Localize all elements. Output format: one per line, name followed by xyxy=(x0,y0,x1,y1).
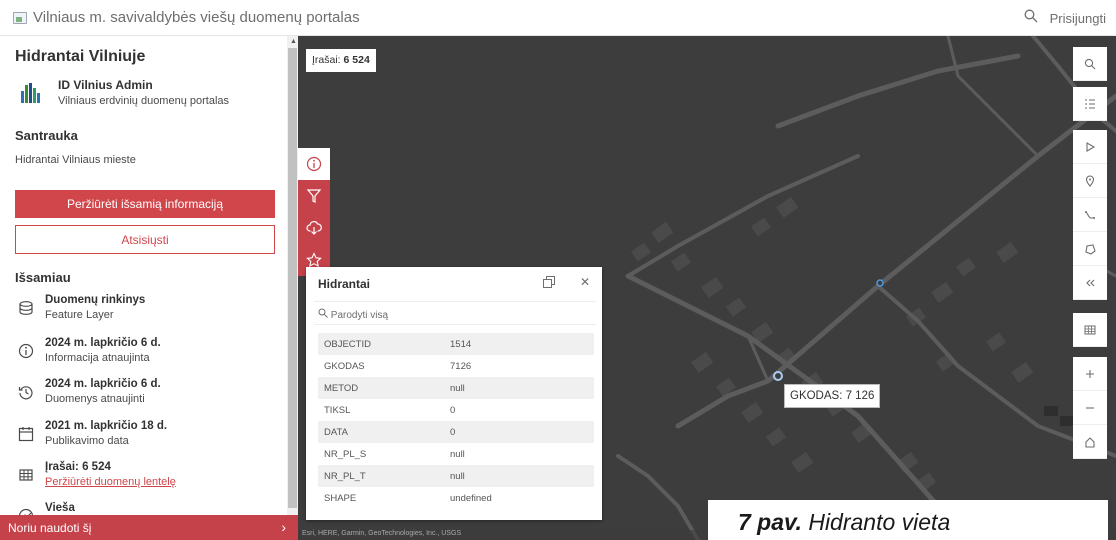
top-bar: Vilniaus m. savivaldybės viešų duomenų p… xyxy=(0,0,1116,36)
details-heading: Išsamiau xyxy=(15,270,71,285)
zoom-icon xyxy=(318,308,328,318)
grid-icon xyxy=(1084,325,1096,334)
info-icon xyxy=(18,343,34,359)
sidebar-scrollbar[interactable]: ▲ xyxy=(287,36,298,540)
view-details-button[interactable]: Peržiūrėti išsamią informaciją xyxy=(15,190,275,218)
map-search-button[interactable] xyxy=(1073,47,1107,81)
table-row: DATA 0 xyxy=(318,421,594,443)
attribute-table: OBJECTID 1514 GKODAS 7126 METOD null TIKSL 0… xyxy=(318,333,594,509)
summary-text: Hidrantai Vilniaus mieste xyxy=(15,154,136,166)
table-row: SHAPE undefined xyxy=(324,492,492,504)
record-count-badge: Įrašai: 6 524 xyxy=(306,49,376,72)
table-icon xyxy=(18,467,34,483)
use-dataset-label: Noriu naudoti šį xyxy=(8,520,92,535)
location-button[interactable] xyxy=(1073,164,1107,198)
info-icon xyxy=(306,156,322,172)
home-icon xyxy=(1085,436,1095,448)
measure-widgets xyxy=(1073,130,1107,300)
database-icon xyxy=(18,300,34,316)
star-icon xyxy=(306,252,322,268)
zoom-widget xyxy=(1073,357,1107,459)
close-icon[interactable]: ✕ xyxy=(580,275,590,289)
measure-distance-button[interactable] xyxy=(1073,198,1107,232)
list-icon xyxy=(1085,98,1095,109)
table-row: METOD null xyxy=(318,377,594,399)
summary-heading: Santrauka xyxy=(15,128,78,143)
filter-tool[interactable] xyxy=(298,180,330,212)
figure-caption: 7 pav. Hidranto vieta xyxy=(708,500,1108,540)
table-row: TIKSL 0 xyxy=(324,404,456,416)
owner-name[interactable]: ID Vilnius Admin xyxy=(58,78,153,92)
detail-data-updated: 2024 m. lapkričio 6 d. Duomenys atnaujin… xyxy=(15,378,285,414)
dock-icon[interactable] xyxy=(542,275,556,289)
owner-logo-icon xyxy=(21,83,40,103)
calendar-icon xyxy=(18,426,34,442)
detail-records: Įrašai: 6 524 Peržiūrėti duomenų lentelę xyxy=(15,461,285,497)
detail-published: 2021 m. lapkričio 18 d. Publikavimo data xyxy=(15,420,285,456)
scroll-thumb[interactable] xyxy=(288,48,297,508)
minus-icon xyxy=(1086,406,1094,409)
plus-icon xyxy=(1086,369,1094,378)
scroll-up-icon[interactable]: ▲ xyxy=(290,38,297,45)
legend-button[interactable] xyxy=(1073,87,1107,121)
download-button[interactable]: Atsisiųsti xyxy=(15,225,275,254)
polygon-icon xyxy=(1085,243,1096,255)
dataset-title: Hidrantai Vilniuje xyxy=(15,48,146,65)
chevron-right-icon: › xyxy=(281,519,286,535)
portal-title-text: Vilniaus m. savivaldybės viešų duomenų p… xyxy=(33,9,360,26)
basemap-widget xyxy=(1073,313,1107,347)
portal-title[interactable]: Vilniaus m. savivaldybės viešų duomenų p… xyxy=(13,9,360,26)
zoom-to-label: Parodyti visą xyxy=(330,310,389,321)
view-data-table-link[interactable]: Peržiūrėti duomenų lentelę xyxy=(45,476,176,488)
legend-widget xyxy=(1073,87,1107,121)
filter-icon xyxy=(306,189,322,203)
table-row: GKODAS 7126 xyxy=(324,360,472,372)
detail-dataset: Duomenų rinkinys Feature Layer xyxy=(15,294,285,330)
popup-title: Hidrantai xyxy=(318,277,371,291)
table-row: NR_PL_T null xyxy=(318,465,594,487)
history-icon xyxy=(18,384,34,400)
select-button[interactable] xyxy=(1073,130,1107,164)
route-icon xyxy=(1084,210,1095,219)
use-dataset-bar[interactable]: Noriu naudoti šį › xyxy=(0,515,298,540)
hydrant-point-selected[interactable] xyxy=(773,371,783,381)
zoom-in-button[interactable] xyxy=(1073,357,1107,391)
search-widget xyxy=(1073,47,1107,81)
caption-number: 7 pav. xyxy=(738,509,802,535)
search-icon xyxy=(1084,58,1096,69)
info-tool[interactable] xyxy=(298,148,330,180)
home-button[interactable] xyxy=(1073,425,1107,459)
cloud-download-icon xyxy=(306,221,322,235)
double-chevron-left-icon xyxy=(1086,279,1095,286)
owner-org: Vilniaus erdvinių duomenų portalas xyxy=(58,95,230,107)
table-row: OBJECTID 1514 xyxy=(318,333,594,355)
table-row: NR_PL_S null xyxy=(324,448,465,460)
zoom-out-button[interactable] xyxy=(1073,391,1107,425)
feature-popup: Hidrantai ✕ Parodyti visą OBJECTID 1514 G… xyxy=(306,267,602,520)
broken-image-icon xyxy=(13,11,27,24)
zoom-to-link[interactable]: Parodyti visą xyxy=(314,301,596,325)
sidebar: Hidrantai Vilniuje ID Vilnius Admin Viln… xyxy=(0,36,287,540)
sign-in-link[interactable]: Prisijungti xyxy=(1050,11,1106,26)
basemap-gallery-button[interactable] xyxy=(1073,313,1107,347)
measure-area-button[interactable] xyxy=(1073,232,1107,266)
collapse-button[interactable] xyxy=(1073,266,1107,300)
feature-tooltip: GKODAS: 7 126 xyxy=(784,384,881,408)
search-icon[interactable] xyxy=(1024,9,1038,27)
caption-text: Hidranto vieta xyxy=(808,509,951,535)
map-tool-strip xyxy=(298,148,330,276)
pin-icon xyxy=(1085,174,1095,187)
hydrant-point[interactable] xyxy=(876,279,884,287)
detail-info-updated: 2024 m. lapkričio 6 d. Informacija atnau… xyxy=(15,337,285,373)
download-tool[interactable] xyxy=(298,212,330,244)
play-icon xyxy=(1086,141,1096,152)
